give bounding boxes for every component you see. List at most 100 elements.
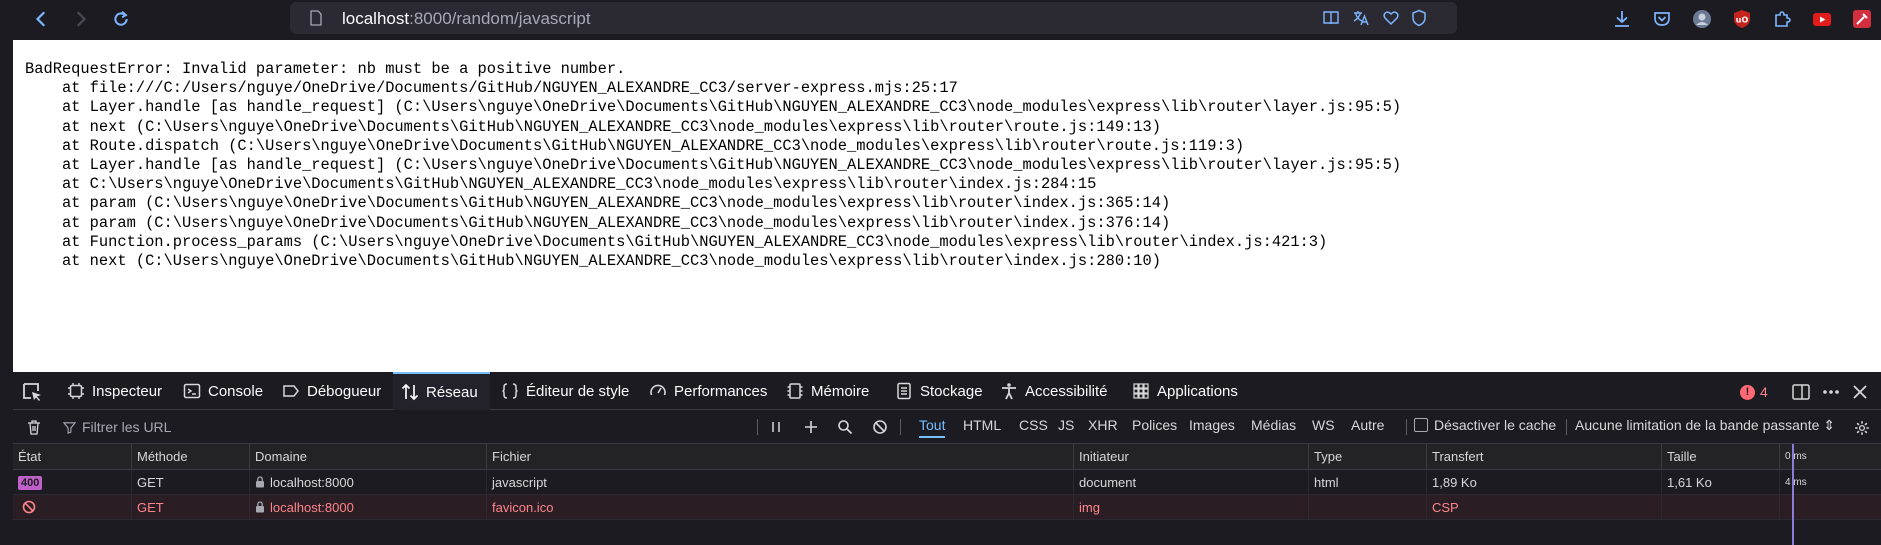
network-filter-bar: Filtrer les URL Tout HTML CSS JS XHR Pol… <box>13 410 1881 444</box>
divider <box>757 419 758 435</box>
column-method[interactable]: Méthode <box>131 444 249 470</box>
column-type[interactable]: Type <box>1308 444 1426 470</box>
tab-network[interactable]: Réseau <box>393 372 490 410</box>
lock-icon <box>256 476 264 488</box>
pause-icon <box>772 422 780 432</box>
tab-label: Applications <box>1157 382 1238 400</box>
forward-arrow-icon <box>76 11 87 27</box>
more-options-button[interactable] <box>1821 381 1841 403</box>
pocket-button[interactable] <box>1649 6 1675 32</box>
tab-label: Éditeur de style <box>526 382 630 400</box>
search-icon <box>838 420 853 435</box>
throttling-select[interactable]: Aucune limitation de la bande passante ⇕ <box>1575 417 1835 434</box>
tab-accessibility[interactable]: Accessibilité <box>996 372 1112 410</box>
table-row[interactable]: 400 GET localhost:8000 javascript docume… <box>13 470 1881 495</box>
reader-view-button[interactable] <box>1321 8 1341 28</box>
tracking-protection-button[interactable] <box>1409 8 1429 28</box>
tab-memory[interactable]: Mémoire <box>782 372 873 410</box>
cell-transferred: CSP <box>1426 495 1661 520</box>
trash-icon <box>28 420 40 435</box>
column-status[interactable]: État <box>13 444 131 470</box>
tab-applications[interactable]: Applications <box>1128 372 1242 410</box>
divider <box>900 419 901 435</box>
close-icon <box>1853 385 1867 399</box>
back-button[interactable] <box>27 4 57 34</box>
filter-html[interactable]: HTML <box>963 417 1001 433</box>
tab-performance[interactable]: Performances <box>645 372 771 410</box>
forward-button[interactable] <box>65 4 95 34</box>
tab-console[interactable]: Console <box>179 372 267 410</box>
block-url-button[interactable] <box>871 418 889 436</box>
column-size[interactable]: Taille <box>1661 444 1779 470</box>
disable-cache-toggle[interactable]: Désactiver le cache <box>1414 417 1556 433</box>
clear-requests-button[interactable] <box>25 418 43 436</box>
filter-other[interactable]: Autre <box>1351 417 1384 433</box>
filter-xhr[interactable]: XHR <box>1088 417 1118 433</box>
ublock-button[interactable]: uO <box>1729 6 1755 32</box>
tab-debugger[interactable]: Débogueur <box>278 372 385 410</box>
cell-status <box>13 495 131 520</box>
cell-file: favicon.ico <box>486 495 1073 520</box>
color-picker-extension-button[interactable] <box>1849 6 1875 32</box>
storage-icon <box>897 382 911 400</box>
tab-inspector[interactable]: Inspecteur <box>63 372 166 410</box>
stack-line: at param (C:\Users\nguye\OneDrive\Docume… <box>25 213 1171 232</box>
table-row[interactable]: GET localhost:8000 favicon.ico img CSP <box>13 495 1881 520</box>
url-bar[interactable]: localhost:8000/random/javascript <box>290 2 1457 34</box>
filter-images[interactable]: Images <box>1189 417 1235 433</box>
downloads-button[interactable] <box>1609 6 1635 32</box>
cell-initiator[interactable]: document <box>1073 470 1308 495</box>
stack-line: at param (C:\Users\nguye\OneDrive\Docume… <box>25 194 1171 213</box>
column-domain[interactable]: Domaine <box>249 444 486 470</box>
element-picker-icon[interactable] <box>21 381 43 403</box>
bookmark-heart-icon <box>1383 11 1399 26</box>
stack-line: at file:///C:/Users/nguye/OneDrive/Docum… <box>25 79 958 98</box>
stack-line: at Layer.handle [as handle_request] (C:\… <box>25 156 1402 175</box>
filter-media[interactable]: Médias <box>1251 417 1296 433</box>
add-request-button[interactable] <box>802 418 820 436</box>
disable-cache-checkbox[interactable] <box>1414 418 1428 432</box>
cell-size <box>1661 495 1779 520</box>
tab-label: Inspecteur <box>92 382 163 400</box>
column-file[interactable]: Fichier <box>486 444 1073 470</box>
search-button[interactable] <box>836 418 854 436</box>
column-timeline[interactable]: 0 ms <box>1779 444 1819 470</box>
extensions-button[interactable] <box>1769 6 1795 32</box>
pause-button[interactable] <box>767 418 785 436</box>
network-settings-button[interactable] <box>1852 418 1872 438</box>
url-text[interactable]: localhost:8000/random/javascript <box>342 9 591 29</box>
cell-initiator[interactable]: img <box>1073 495 1308 520</box>
eyedropper-icon <box>1853 10 1871 28</box>
dock-side-icon <box>1792 384 1810 400</box>
column-initiator[interactable]: Initiateur <box>1073 444 1308 470</box>
gauge-icon <box>650 384 666 396</box>
tab-label: Stockage <box>920 382 983 400</box>
filter-fonts[interactable]: Polices <box>1132 417 1177 433</box>
cell-file: javascript <box>486 470 1073 495</box>
error-count-button[interactable]: ! 4 <box>1740 381 1768 403</box>
filter-ws[interactable]: WS <box>1312 417 1335 433</box>
cell-timeline: 4 ms <box>1779 470 1819 495</box>
devtools-tabbar: Inspecteur Console Débogueur Réseau Édit… <box>13 372 1881 410</box>
tab-storage[interactable]: Stockage <box>891 372 987 410</box>
stack-line: at Function.process_params (C:\Users\ngu… <box>25 232 1328 251</box>
close-devtools-button[interactable] <box>1850 381 1870 403</box>
status-badge: 400 <box>18 476 43 490</box>
reload-button[interactable] <box>106 4 136 34</box>
disable-cache-label: Désactiver le cache <box>1434 417 1557 433</box>
youtube-extension-button[interactable] <box>1809 6 1835 32</box>
translate-button[interactable] <box>1351 8 1371 28</box>
cell-type: html <box>1308 470 1426 495</box>
cell-transferred: 1,89 Ko <box>1426 470 1661 495</box>
window-left-edge <box>0 40 13 545</box>
filter-all[interactable]: Tout <box>919 417 946 438</box>
bookmark-button[interactable] <box>1381 8 1401 28</box>
profile-avatar[interactable] <box>1689 6 1715 32</box>
column-transferred[interactable]: Transfert <box>1426 444 1661 470</box>
filter-js[interactable]: JS <box>1058 417 1074 433</box>
tab-style-editor[interactable]: Éditeur de style <box>497 372 633 410</box>
lock-icon <box>256 501 264 513</box>
filter-css[interactable]: CSS <box>1019 417 1048 433</box>
url-filter-input[interactable]: Filtrer les URL <box>63 417 743 437</box>
dock-toggle-button[interactable] <box>1791 381 1811 403</box>
